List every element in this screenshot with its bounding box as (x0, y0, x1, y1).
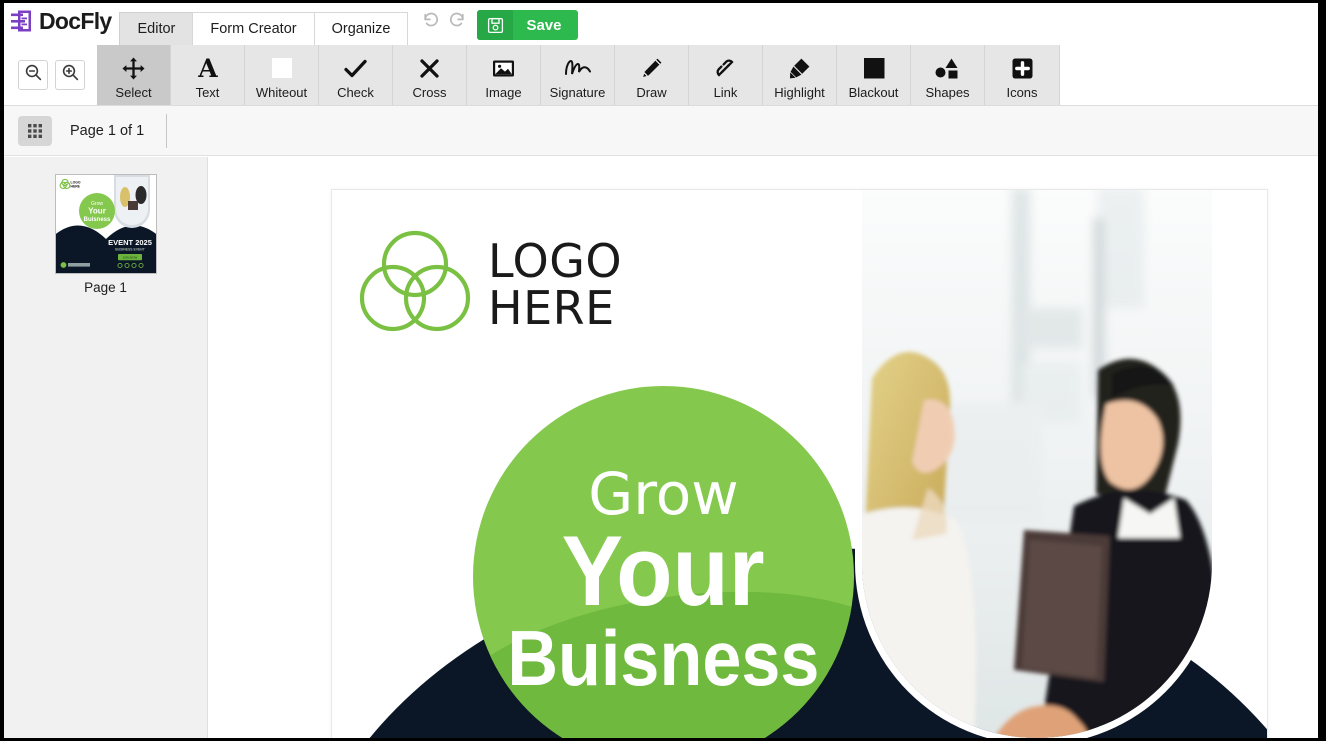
handshake-business-photo (862, 190, 1212, 738)
brand-logo[interactable]: DocFly (4, 3, 119, 45)
zoom-controls (4, 45, 97, 105)
headline-line-3: Buisness (507, 614, 820, 703)
page-counter: Page 1 of 1 (70, 122, 145, 139)
thumbnail-page-1[interactable]: LOGO HERE Grow Your Buisness EVENT 2025 … (54, 174, 157, 295)
svg-text:HERE: HERE (70, 184, 80, 188)
tool-whiteout-label: Whiteout (255, 85, 308, 100)
tab-editor-label: Editor (137, 21, 176, 37)
flyer-logo-line2: HERE (488, 280, 615, 335)
grid-thumbnails-icon[interactable] (18, 115, 52, 146)
tool-draw[interactable]: Draw (615, 45, 689, 105)
document-page-1[interactable]: LOGO HERE Grow Your Buisness (331, 189, 1268, 738)
page-navigation-bar: Page 1 of 1 (4, 106, 1318, 156)
tool-image-label: Image (485, 85, 522, 100)
history-buttons (407, 3, 477, 45)
tool-highlight[interactable]: Highlight (763, 45, 837, 105)
undo-arrow-icon[interactable] (421, 10, 441, 30)
svg-text:Your: Your (88, 207, 106, 216)
nav-divider (166, 113, 168, 148)
cross-x-icon (393, 53, 466, 83)
white-square-icon (245, 53, 318, 83)
letter-a-icon: A (171, 53, 244, 83)
headline-green-circle: Grow Your Buisness (473, 386, 854, 738)
highlighter-pen-icon (763, 53, 836, 83)
docfly-logo-icon (10, 9, 35, 34)
docfly-app-window: DocFly Editor Form Creator Organize Save… (4, 3, 1318, 738)
flyer-logo: LOGO HERE (356, 230, 622, 339)
plus-box-icon (985, 53, 1059, 83)
magnifier-plus-icon (61, 63, 80, 87)
tool-select[interactable]: Select (97, 45, 171, 105)
floppy-disk-icon (477, 10, 514, 40)
tool-image[interactable]: Image (467, 45, 541, 105)
tool-link-label: Link (713, 85, 738, 100)
shapes-icon (911, 53, 984, 83)
chain-link-icon (689, 53, 762, 83)
tab-organize-label: Organize (331, 21, 391, 37)
redo-arrow-icon[interactable] (447, 10, 467, 30)
thumbnail-preview[interactable]: LOGO HERE Grow Your Buisness EVENT 2025 … (54, 174, 157, 274)
save-button[interactable]: Save (477, 10, 579, 40)
save-button-label: Save (526, 16, 562, 34)
headline-line-2: Your (562, 515, 765, 627)
tool-buttons: Select A Text Whiteout Check Cross Image… (97, 45, 1060, 105)
tab-form-creator-label: Form Creator (210, 21, 297, 37)
photo-illustration (862, 190, 1212, 738)
tab-editor[interactable]: Editor (119, 12, 194, 45)
zoom-out-button[interactable] (18, 60, 48, 90)
zoom-in-button[interactable] (55, 60, 85, 90)
tool-icons[interactable]: Icons (985, 45, 1059, 105)
tool-icons-label: Icons (1006, 85, 1038, 100)
photo-inner (862, 190, 1212, 738)
tool-draw-label: Draw (636, 85, 667, 100)
editor-toolbar: Select A Text Whiteout Check Cross Image… (4, 45, 1318, 106)
checkmark-icon (319, 53, 392, 83)
tool-check-label: Check (337, 85, 374, 100)
black-square-icon (837, 53, 910, 83)
svg-text:BUSINESS EVENT: BUSINESS EVENT (115, 248, 146, 252)
tool-blackout-label: Blackout (848, 85, 899, 100)
picture-icon (467, 53, 540, 83)
tool-link[interactable]: Link (689, 45, 763, 105)
magnifier-minus-icon (24, 63, 43, 87)
pencil-icon (615, 53, 688, 83)
thumbnail-flyer-art: LOGO HERE Grow Your Buisness EVENT 2025 … (55, 175, 156, 273)
tab-form-creator[interactable]: Form Creator (192, 12, 315, 45)
tool-text-label: Text (195, 85, 220, 100)
tool-check[interactable]: Check (319, 45, 393, 105)
main-tabs: Editor Form Creator Organize (119, 3, 409, 45)
top-bar: DocFly Editor Form Creator Organize Save (4, 3, 1318, 45)
tool-highlight-label: Highlight (774, 85, 825, 100)
tool-signature-label: Signature (549, 85, 606, 100)
svg-text:EVENT 2025: EVENT 2025 (108, 238, 152, 247)
signature-scribble-icon (541, 53, 614, 83)
tool-signature[interactable]: Signature (541, 45, 615, 105)
thumbnail-caption: Page 1 (84, 280, 127, 295)
tab-organize[interactable]: Organize (313, 12, 409, 45)
tool-whiteout[interactable]: Whiteout (245, 45, 319, 105)
three-circles-logo-icon (356, 230, 474, 339)
tool-shapes[interactable]: Shapes (911, 45, 985, 105)
tool-select-label: Select (115, 85, 152, 100)
flyer-artwork: LOGO HERE Grow Your Buisness (332, 190, 1267, 738)
document-canvas[interactable]: LOGO HERE Grow Your Buisness (209, 157, 1318, 738)
brand-name: DocFly (39, 7, 112, 34)
svg-text:A: A (197, 55, 218, 81)
flyer-logo-text: LOGO HERE (488, 233, 623, 335)
tool-blackout[interactable]: Blackout (837, 45, 911, 105)
page-thumbnail-sidebar[interactable]: LOGO HERE Grow Your Buisness EVENT 2025 … (4, 157, 208, 738)
flyer-logo-line1: LOGO (488, 233, 623, 288)
tool-shapes-label: Shapes (925, 85, 970, 100)
tool-cross[interactable]: Cross (393, 45, 467, 105)
svg-text:Buisness: Buisness (83, 217, 110, 223)
tool-text[interactable]: A Text (171, 45, 245, 105)
svg-text:JOIN NOW: JOIN NOW (122, 255, 137, 259)
move-arrows-icon (97, 53, 170, 83)
tool-cross-label: Cross (412, 85, 447, 100)
